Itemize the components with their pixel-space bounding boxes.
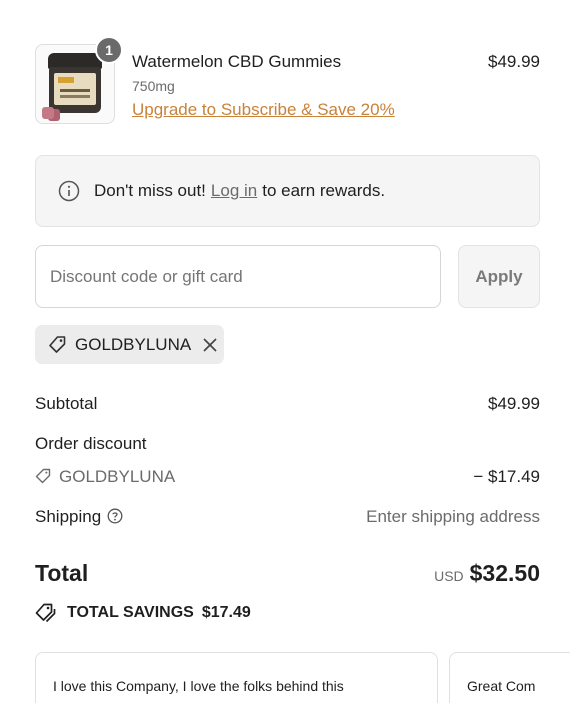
currency-code: USD bbox=[434, 568, 464, 584]
upgrade-subscribe-link[interactable]: Upgrade to Subscribe & Save 20% bbox=[132, 100, 395, 120]
discount-code-label: GOLDBYLUNA bbox=[59, 467, 176, 486]
product-title: Watermelon CBD Gummies bbox=[132, 52, 342, 71]
shipping-value: Enter shipping address bbox=[366, 507, 540, 526]
discount-value: − $17.49 bbox=[473, 467, 540, 486]
review-text: I love this Company, I love the folks be… bbox=[53, 678, 344, 694]
quantity-badge: 1 bbox=[95, 36, 123, 64]
applied-discount-chip: GOLDBYLUNA bbox=[35, 325, 224, 364]
help-icon[interactable] bbox=[107, 508, 123, 524]
order-discount-row: Order discount bbox=[35, 434, 540, 454]
review-card: Great Com bbox=[449, 652, 570, 703]
product-variant: 750mg bbox=[132, 78, 175, 94]
review-card: I love this Company, I love the folks be… bbox=[35, 652, 438, 703]
total-row: Total USD $32.50 bbox=[35, 560, 540, 587]
subtotal-row: Subtotal $49.99 bbox=[35, 394, 540, 414]
discount-code-row: GOLDBYLUNA − $17.49 bbox=[35, 467, 540, 487]
apply-button[interactable]: Apply bbox=[458, 245, 540, 308]
gummy-image bbox=[42, 107, 54, 119]
tag-icon bbox=[35, 468, 51, 484]
info-icon bbox=[58, 180, 80, 202]
rewards-notice: Don't miss out! Log in to earn rewards. bbox=[35, 155, 540, 227]
tags-icon bbox=[35, 603, 56, 623]
discount-code-input[interactable] bbox=[35, 245, 441, 308]
total-value: $32.50 bbox=[469, 560, 540, 586]
login-link[interactable]: Log in bbox=[211, 181, 257, 201]
line-item: 1 Watermelon CBD Gummies 750mg Upgrade t… bbox=[35, 36, 540, 126]
total-label: Total bbox=[35, 560, 89, 586]
close-icon[interactable] bbox=[202, 337, 218, 353]
subtotal-value: $49.99 bbox=[488, 394, 540, 413]
review-text: Great Com bbox=[467, 678, 536, 694]
savings-label: TOTAL SAVINGS bbox=[67, 604, 194, 621]
subtotal-label: Subtotal bbox=[35, 394, 98, 413]
total-savings: TOTAL SAVINGS $17.49 bbox=[35, 602, 251, 624]
notice-prefix: Don't miss out! bbox=[94, 181, 206, 200]
tag-icon bbox=[49, 335, 66, 353]
shipping-row: Shipping Enter shipping address bbox=[35, 507, 540, 527]
order-discount-label: Order discount bbox=[35, 434, 147, 453]
notice-suffix: to earn rewards. bbox=[262, 181, 386, 200]
product-price: $49.99 bbox=[488, 52, 540, 71]
jar-image bbox=[48, 53, 102, 113]
applied-code-label: GOLDBYLUNA bbox=[75, 334, 192, 354]
savings-value: $17.49 bbox=[201, 604, 251, 621]
shipping-label: Shipping bbox=[35, 507, 102, 526]
